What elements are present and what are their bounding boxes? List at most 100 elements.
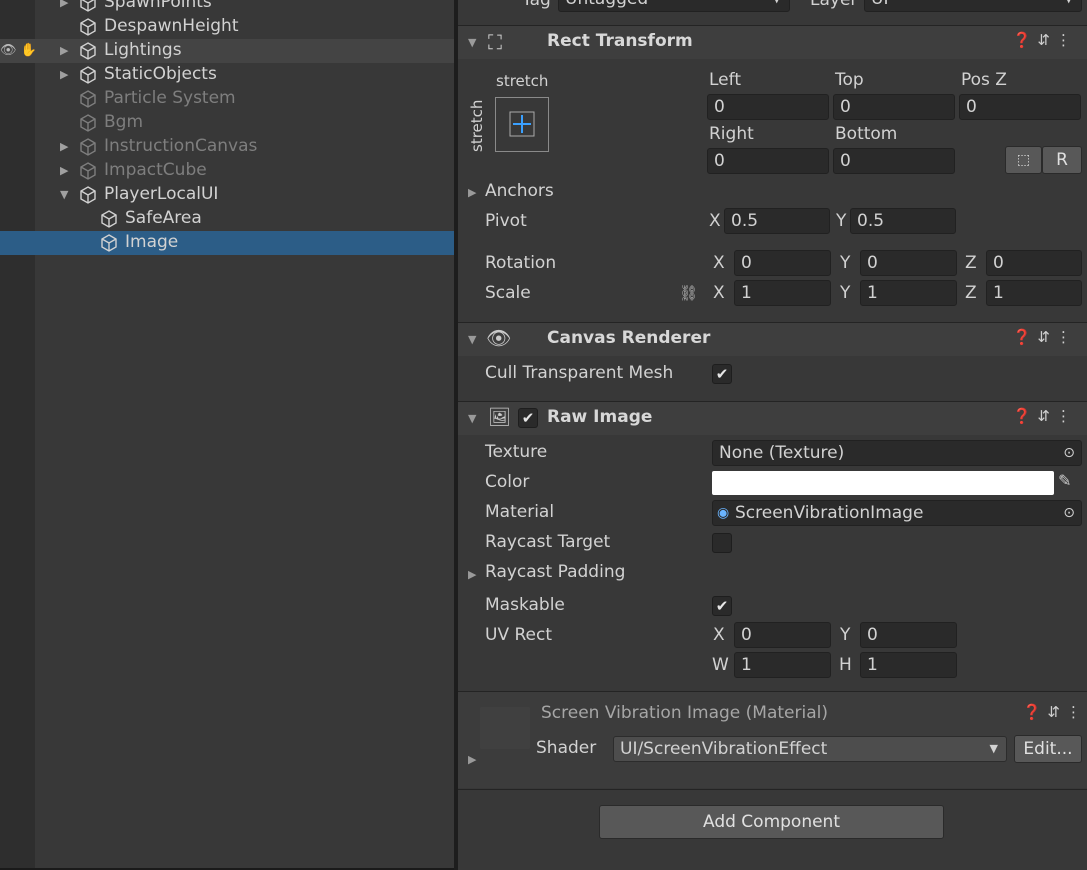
canvas-renderer-fold-icon[interactable]: ▼ [468,333,476,346]
pivot-y-input[interactable]: 0.5 [850,208,956,234]
raycast-target-checkbox[interactable] [712,533,732,553]
shader-value: UI/ScreenVibrationEffect [620,739,828,759]
hierarchy-item-bgm[interactable]: Bgm [0,111,454,135]
object-picker-icon[interactable]: ⊙ [1063,441,1075,465]
context-menu-icon[interactable]: ⋮ [1056,31,1077,49]
tag-label: Tag [522,0,551,10]
cull-transparent-mesh-label: Cull Transparent Mesh [485,363,674,383]
gameobject-cube-icon [78,89,98,109]
posz-input[interactable]: 0 [959,94,1081,120]
scale-z-input[interactable]: 1 [986,280,1082,306]
pivot-label: Pivot [485,211,527,231]
raw-image-header-icons: ❓⇵⋮ [1013,407,1077,425]
maskable-label: Maskable [485,595,565,615]
pivot-y-axis: Y [836,211,847,231]
maskable-checkbox[interactable]: ✔ [712,596,732,616]
material-field[interactable]: ◉ ScreenVibrationImage ⊙ [712,500,1082,526]
rotation-z-input[interactable]: 0 [986,250,1082,276]
raw-image-enabled-checkbox[interactable]: ✔ [518,408,538,428]
anchors-fold-icon[interactable]: ▶ [468,186,476,199]
hierarchy-item-label: StaticObjects [104,64,217,84]
help-icon[interactable]: ❓ [1023,703,1048,721]
uv-w-input[interactable]: 1 [734,652,831,678]
context-menu-icon[interactable]: ⋮ [1056,407,1077,425]
canvas-renderer-header-icons: ❓⇵⋮ [1013,328,1077,346]
presets-icon[interactable]: ⇵ [1037,31,1056,49]
hierarchy-item-lightings[interactable]: 👁 ✋ ▶ Lightings [0,39,454,63]
uv-h-input[interactable]: 1 [860,652,957,678]
hierarchy-item-particle-system[interactable]: Particle System [0,87,454,111]
rect-transform-header[interactable]: ▼ ⛶ Rect Transform ❓⇵⋮ [458,25,1087,59]
add-component-button[interactable]: Add Component [599,805,944,839]
canvas-renderer-header[interactable]: ▼ 👁 Canvas Renderer ❓⇵⋮ [458,322,1087,356]
rect-transform-fold-icon[interactable]: ▼ [468,36,476,49]
hierarchy-item-safearea[interactable]: SafeArea [0,207,454,231]
context-menu-icon[interactable]: ⋮ [1066,703,1087,721]
help-icon[interactable]: ❓ [1013,328,1038,346]
uv-y-input[interactable]: 0 [860,622,957,648]
scale-x-axis: X [713,283,725,303]
uv-rect-label: UV Rect [485,625,552,645]
anchor-stretch-icon [509,111,535,137]
hierarchy-item-impactcube[interactable]: ▶ ImpactCube [0,159,454,183]
hierarchy-fold-icon[interactable]: ▶ [60,68,68,81]
right-input[interactable]: 0 [707,148,829,174]
help-icon[interactable]: ❓ [1013,31,1038,49]
hierarchy-fold-icon[interactable]: ▶ [60,164,68,177]
blueprint-mode-button[interactable]: ⬚ [1005,146,1042,174]
scale-x-input[interactable]: 1 [734,280,831,306]
hierarchy-item-label: SpawnPoints [104,0,212,12]
visibility-eye-icon[interactable]: 👁 ✋ [0,43,37,58]
material-fold-icon[interactable]: ▶ [468,753,476,766]
hierarchy-fold-icon[interactable]: ▶ [60,0,68,9]
hierarchy-item-staticobjects[interactable]: ▶ StaticObjects [0,63,454,87]
hierarchy-item-despawnheight[interactable]: DespawnHeight [0,15,454,39]
rect-transform-title: Rect Transform [547,31,693,51]
texture-field[interactable]: None (Texture) ⊙ [712,440,1082,466]
presets-icon[interactable]: ⇵ [1037,328,1056,346]
anchors-label[interactable]: Anchors [485,181,554,201]
uv-w-axis: W [712,655,729,675]
pivot-x-input[interactable]: 0.5 [724,208,830,234]
edit-shader-button[interactable]: Edit... [1014,735,1082,763]
presets-icon[interactable]: ⇵ [1047,703,1066,721]
hierarchy-item-label: Particle System [104,88,236,108]
raycast-padding-label[interactable]: Raycast Padding [485,562,625,582]
raw-edit-button[interactable]: R [1042,146,1082,174]
top-input[interactable]: 0 [833,94,955,120]
object-picker-icon[interactable]: ⊙ [1063,501,1075,525]
context-menu-icon[interactable]: ⋮ [1056,328,1077,346]
presets-icon[interactable]: ⇵ [1037,407,1056,425]
scale-y-input[interactable]: 1 [860,280,957,306]
hierarchy-fold-icon[interactable]: ▼ [60,188,68,201]
bottom-input[interactable]: 0 [833,148,955,174]
hierarchy-item-instructioncanvas[interactable]: ▶ InstructionCanvas [0,135,454,159]
left-input[interactable]: 0 [707,94,829,120]
material-sphere-icon: ◉ [717,505,730,521]
rotation-y-input[interactable]: 0 [860,250,957,276]
constrain-proportions-icon[interactable]: ⛓ [679,284,698,302]
help-icon[interactable]: ❓ [1013,407,1038,425]
color-swatch[interactable] [712,471,1054,495]
gameobject-cube-icon [78,17,98,37]
hierarchy-fold-icon[interactable]: ▶ [60,44,68,57]
hierarchy-item-label: Lightings [104,40,182,60]
raw-image-fold-icon[interactable]: ▼ [468,412,476,425]
raycast-padding-fold-icon[interactable]: ▶ [468,568,476,581]
rect-transform-header-icons: ❓⇵⋮ [1013,31,1077,49]
uv-y-axis: Y [840,625,851,645]
scale-label: Scale [485,283,531,303]
shader-dropdown[interactable]: UI/ScreenVibrationEffect ▼ [613,736,1007,762]
hierarchy-fold-icon[interactable]: ▶ [60,140,68,153]
rotation-x-input[interactable]: 0 [734,250,831,276]
layer-dropdown[interactable]: UI ▼ [864,0,1082,12]
tag-dropdown[interactable]: Untagged ▼ [558,0,790,12]
uv-x-input[interactable]: 0 [734,622,831,648]
cull-transparent-mesh-checkbox[interactable]: ✔ [712,364,732,384]
hierarchy-item-playerlocalui[interactable]: ▼ PlayerLocalUI [0,183,454,207]
hierarchy-item-image[interactable]: Image [0,231,454,255]
eyedropper-icon[interactable]: ✎ [1058,471,1071,490]
raw-image-header[interactable]: ▼ 🖼 ✔ Raw Image ❓⇵⋮ [458,401,1087,435]
anchor-presets-button[interactable] [495,97,549,152]
hierarchy-item-spawnpoints[interactable]: ▶ SpawnPoints [0,0,454,15]
